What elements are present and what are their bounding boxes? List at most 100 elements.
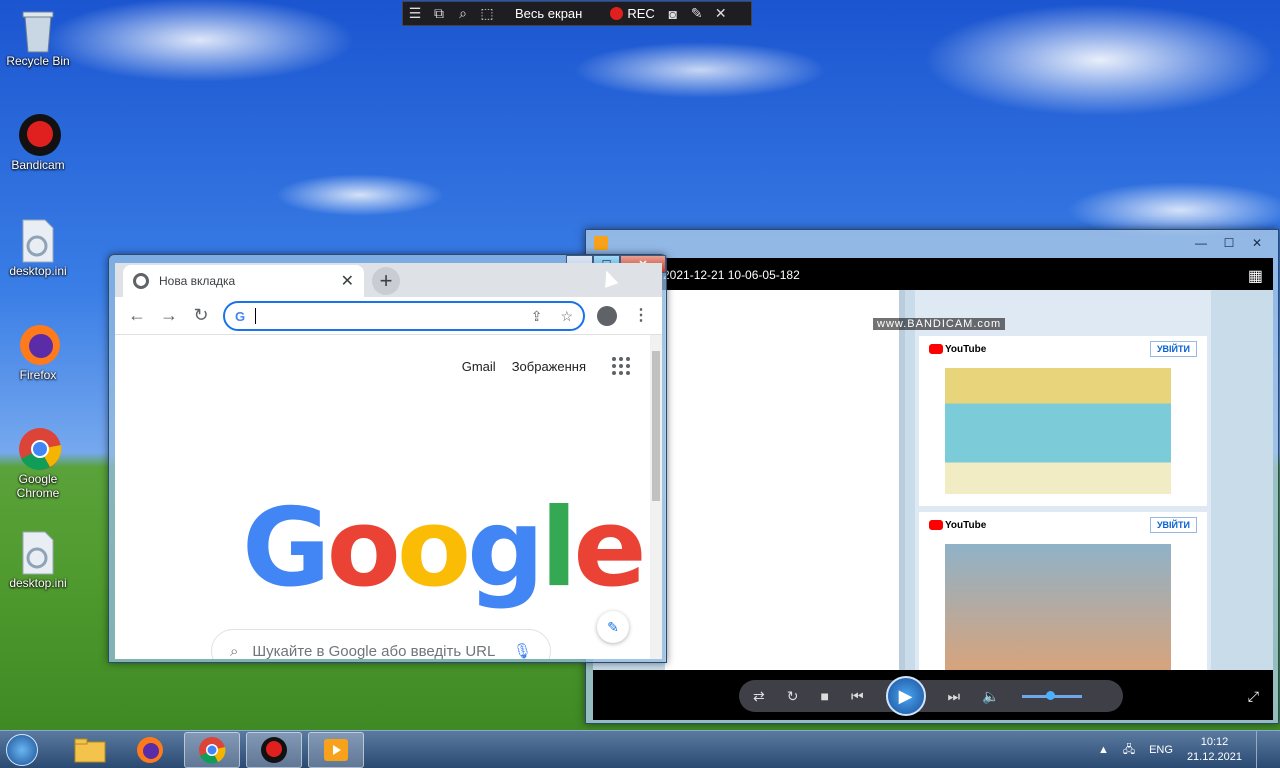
youtube-signin-button: УВІЙТИ [1149, 341, 1197, 357]
player-control-bar: ⇄ ↻ ■ ⏮ ▶ ⏭ 🔈 [739, 676, 1123, 716]
desktop-icon-firefox[interactable]: Firefox [0, 322, 76, 382]
more-menu-icon[interactable]: ⋮ [633, 305, 649, 325]
bookmark-star-icon[interactable]: ☆ [560, 308, 573, 325]
capture-mode-label[interactable]: Весь екран [515, 6, 582, 21]
window-mode-icon[interactable]: ⧉ [427, 2, 451, 26]
clock-time: 10:12 [1200, 736, 1229, 748]
taskbar-video-player[interactable] [308, 732, 364, 768]
desktop-icon-google-chrome[interactable]: Google Chrome [0, 426, 76, 500]
menu-icon[interactable]: ☰ [403, 2, 427, 26]
chrome-icon [199, 737, 226, 764]
logo-letter: l [540, 486, 577, 611]
play-button[interactable]: ▶ [885, 676, 926, 716]
desktop-icon-bandicam[interactable]: Bandicam [0, 112, 76, 172]
video-youtube-panel: YouTube УВІЙТИ YouTube УВІЙТИ [915, 290, 1211, 670]
repeat-icon[interactable]: ↻ [787, 688, 799, 705]
logo-letter: G [242, 486, 331, 611]
desktop-icon-label: desktop.ini [9, 264, 67, 278]
vertical-scrollbar[interactable] [650, 335, 662, 659]
logo-letter: e [573, 486, 646, 611]
desktop-icon-desktop-ini-2[interactable]: desktop.ini [0, 530, 76, 590]
youtube-logo-icon [929, 344, 943, 354]
account-avatar-icon[interactable] [597, 306, 617, 326]
clock-date: 21.12.2021 [1186, 751, 1242, 763]
fullscreen-icon[interactable]: ⤢ [1248, 688, 1259, 705]
images-link[interactable]: Зображення [512, 359, 586, 374]
apps-grid-icon[interactable] [612, 357, 630, 375]
previous-icon[interactable]: ⏮ [851, 688, 864, 705]
region-select-icon[interactable]: ⬚ [475, 2, 499, 26]
player-titlebar[interactable]: — ☐ ✕ [586, 230, 1278, 256]
region-search-icon[interactable]: ⌕ [451, 2, 475, 26]
google-top-links: Gmail Зображення [462, 357, 630, 375]
youtube-header: YouTube УВІЙТИ [919, 512, 1207, 538]
settings-file-icon [17, 218, 59, 263]
youtube-block-1: YouTube УВІЙТИ [919, 336, 1207, 506]
microphone-icon[interactable]: 🎙 [513, 642, 532, 659]
desktop-icon-recycle-bin[interactable]: Recycle Bin [0, 8, 76, 68]
rec-button[interactable]: REC [610, 6, 655, 21]
chrome-window: — ☐ ✕ Нова вкладка ✕ + ← → ↻ G ⇪ ☆ [108, 254, 667, 663]
close-icon[interactable]: ✕ [1246, 236, 1268, 250]
video-frame[interactable]: YouTube УВІЙТИ YouTube УВІЙТИ www.BANDIC… [593, 290, 1273, 670]
back-icon[interactable]: ← [121, 305, 153, 326]
logo-letter: g [467, 486, 544, 611]
desktop-icon-label: Recycle Bin [6, 54, 70, 68]
taskbar-bandicam[interactable] [246, 732, 302, 768]
camera-icon[interactable]: ◙ [661, 2, 685, 26]
chrome-content: Нова вкладка ✕ + ← → ↻ G ⇪ ☆ ⋮ Gmail Зоб… [115, 263, 662, 659]
maximize-icon[interactable]: ☐ [1218, 236, 1240, 250]
volume-icon[interactable]: 🔈 [982, 688, 999, 705]
address-bar[interactable]: G ⇪ ☆ [223, 301, 585, 331]
chrome-toolbar: ← → ↻ G ⇪ ☆ ⋮ [115, 297, 662, 335]
shuffle-icon[interactable]: ⇄ [753, 688, 765, 705]
new-tab-page: Gmail Зображення Google ⌕ Шукайте в Goog… [115, 335, 650, 659]
forward-icon[interactable]: → [153, 305, 185, 326]
youtube-logo-text: YouTube [945, 519, 987, 531]
video-player-icon [324, 739, 348, 761]
language-indicator[interactable]: ENG [1149, 744, 1173, 756]
tab-strip: Нова вкладка ✕ + [115, 263, 662, 297]
minimize-icon[interactable]: — [1190, 236, 1212, 250]
desktop-icon-label: Google Chrome [16, 472, 60, 500]
google-search-box[interactable]: ⌕ Шукайте в Google або введіть URL 🎙 [211, 629, 551, 659]
system-tray: ▲ 🖧 ENG 10:12 21.12.2021 [1098, 731, 1280, 768]
new-tab-button[interactable]: + [372, 267, 400, 295]
grid-view-icon[interactable]: ▦ [1248, 266, 1263, 286]
omnibox-actions: ⇪ ☆ [531, 308, 573, 325]
gmail-link[interactable]: Gmail [462, 359, 496, 374]
tab-title: Нова вкладка [159, 274, 236, 288]
tab-new-tab[interactable]: Нова вкладка ✕ [123, 265, 364, 297]
volume-slider[interactable] [1021, 690, 1082, 700]
taskbar-explorer[interactable] [62, 732, 118, 768]
rec-label: REC [627, 6, 655, 21]
network-icon[interactable]: 🖧 [1123, 741, 1135, 760]
clock[interactable]: 10:12 21.12.2021 [1187, 735, 1242, 765]
show-desktop-button[interactable] [1256, 731, 1266, 768]
stop-icon[interactable]: ■ [820, 688, 828, 704]
next-icon[interactable]: ⏭ [948, 688, 961, 705]
share-icon[interactable]: ⇪ [531, 308, 543, 325]
player-app-icon [594, 236, 608, 250]
close-icon[interactable]: ✕ [709, 2, 733, 26]
close-tab-icon[interactable]: ✕ [341, 271, 354, 291]
reload-icon[interactable]: ↻ [185, 305, 217, 326]
taskbar-firefox[interactable] [122, 732, 178, 768]
player-file-title: 2021-12-21 10-06-05-182 [663, 268, 800, 282]
search-icon: ⌕ [230, 642, 239, 660]
player-controls: ⇄ ↻ ■ ⏮ ▶ ⏭ 🔈 ⤢ [593, 670, 1273, 720]
taskbar-chrome[interactable] [184, 732, 240, 768]
logo-letter: o [326, 486, 401, 611]
desktop-icon-label: Firefox [19, 368, 57, 382]
chrome-favicon-icon [133, 273, 149, 289]
desktop-icon-desktop-ini-1[interactable]: desktop.ini [0, 218, 76, 278]
taskbar: ▲ 🖧 ENG 10:12 21.12.2021 [0, 730, 1280, 768]
search-placeholder: Шукайте в Google або введіть URL [252, 642, 496, 660]
youtube-header: YouTube УВІЙТИ [919, 336, 1207, 362]
customize-pencil-button[interactable]: ✎ [597, 611, 629, 643]
start-button[interactable] [0, 731, 44, 768]
show-hidden-icons-icon[interactable]: ▲ [1098, 744, 1109, 756]
scrollbar-thumb[interactable] [652, 351, 660, 501]
pencil-icon[interactable]: ✎ [685, 2, 709, 26]
bandicam-toolbar: ☰ ⧉ ⌕ ⬚ Весь екран REC ◙ ✎ ✕ [402, 1, 752, 26]
